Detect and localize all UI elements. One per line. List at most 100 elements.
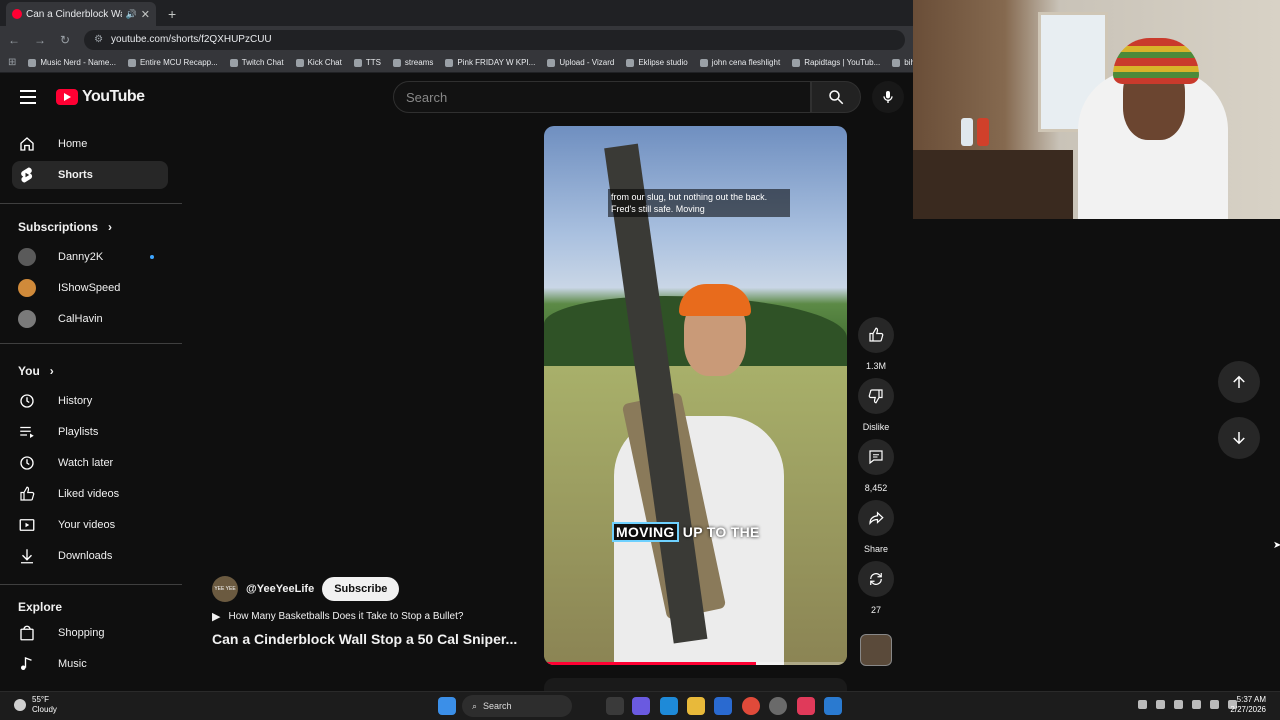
close-tab-icon[interactable]: ✕ bbox=[141, 8, 150, 21]
bookmark-item[interactable]: Pink FRIDAY W KPI... bbox=[445, 58, 535, 67]
sidebar-item-your-videos[interactable]: Your videos bbox=[12, 511, 168, 539]
logo-text: YouTube bbox=[82, 88, 145, 105]
bookmark-favicon-icon bbox=[892, 58, 901, 67]
search-input[interactable]: Search bbox=[393, 81, 811, 113]
sidebar-item-home[interactable]: Home bbox=[12, 130, 168, 158]
clock[interactable]: 5:37 AM 2/27/2026 bbox=[1230, 695, 1266, 715]
apps-grid-icon[interactable]: ⊞ bbox=[8, 57, 16, 68]
bookmark-item[interactable]: Entire MCU Recapp... bbox=[127, 58, 218, 67]
obs-icon[interactable] bbox=[769, 697, 787, 715]
sidebar-item-label: CalHavin bbox=[58, 313, 103, 325]
forward-icon[interactable]: → bbox=[34, 33, 46, 47]
copilot-icon[interactable] bbox=[632, 697, 650, 715]
chevron-up-icon[interactable] bbox=[1138, 700, 1147, 709]
clock-date: 2/27/2026 bbox=[1230, 705, 1266, 714]
bookmark-item[interactable]: Kick Chat bbox=[295, 58, 342, 67]
bookmark-favicon-icon bbox=[792, 58, 801, 67]
video-progress-bar[interactable] bbox=[544, 662, 847, 665]
chrome-icon[interactable] bbox=[742, 697, 760, 715]
hamburger-menu-icon[interactable] bbox=[20, 90, 36, 104]
bookmark-item[interactable]: Eklipse studio bbox=[626, 58, 688, 67]
bookmark-item[interactable]: Music Nerd - Name... bbox=[28, 58, 116, 67]
dislike-action[interactable]: Dislike bbox=[857, 378, 895, 432]
sidebar-item-playlists[interactable]: Playlists bbox=[12, 418, 168, 446]
display-icon[interactable] bbox=[1192, 700, 1201, 709]
channel-avatar[interactable]: YEE YEE bbox=[212, 576, 238, 602]
reload-icon[interactable]: ↻ bbox=[60, 33, 70, 47]
subscriptions-heading[interactable]: Subscriptions › bbox=[18, 220, 112, 234]
next-short-button[interactable] bbox=[1218, 417, 1260, 459]
url-field[interactable]: ⚙ youtube.com/shorts/f2QXHUPzCUU bbox=[84, 29, 905, 50]
taskbar-search[interactable]: ⌕ Search bbox=[462, 695, 572, 717]
task-view-icon[interactable] bbox=[606, 697, 624, 715]
back-icon[interactable]: ← bbox=[8, 33, 20, 47]
sidebar-item-downloads[interactable]: Downloads bbox=[12, 542, 168, 570]
channel-thumbnail[interactable] bbox=[860, 634, 892, 666]
bookmark-item[interactable]: TTS bbox=[353, 58, 381, 67]
you-heading[interactable]: You › bbox=[18, 364, 54, 378]
comments-action[interactable]: 8,452 bbox=[857, 439, 895, 493]
voice-search-button[interactable] bbox=[872, 81, 904, 113]
comment-icon bbox=[869, 450, 883, 465]
sidebar-item-liked-videos[interactable]: Liked videos bbox=[12, 480, 168, 508]
you-title: You bbox=[18, 364, 40, 378]
address-bar-row: ← → ↻ ⚙ youtube.com/shorts/f2QXHUPzCUU bbox=[0, 26, 913, 53]
notepad-icon[interactable] bbox=[824, 697, 842, 715]
microphone-icon[interactable] bbox=[1174, 700, 1183, 709]
bookmark-item[interactable]: streams bbox=[392, 58, 433, 67]
windows-start-icon[interactable] bbox=[438, 697, 456, 715]
webcam-bottle bbox=[961, 118, 973, 146]
sidebar-item-history[interactable]: History bbox=[12, 387, 168, 415]
file-explorer-icon[interactable] bbox=[687, 697, 705, 715]
bookmark-item[interactable]: bih links bbox=[892, 58, 913, 67]
music-app-icon[interactable] bbox=[797, 697, 815, 715]
remix-count: 27 bbox=[870, 605, 881, 615]
share-button[interactable] bbox=[858, 500, 894, 536]
bookmark-favicon-icon bbox=[445, 58, 454, 67]
related-video-link[interactable]: ▶ How Many Basketballs Does it Take to S… bbox=[212, 610, 542, 623]
bookmark-item[interactable]: Rapidtags | YouTub... bbox=[792, 58, 880, 67]
dislike-button[interactable] bbox=[858, 378, 894, 414]
bookmark-item[interactable]: Upload - Vizard bbox=[547, 58, 614, 67]
like-button[interactable] bbox=[858, 317, 894, 353]
youtube-logo[interactable]: YouTube bbox=[56, 88, 145, 106]
sidebar-item-label: Your videos bbox=[58, 519, 116, 531]
subscribe-button[interactable]: Subscribe bbox=[322, 577, 400, 601]
wifi-icon[interactable] bbox=[1210, 700, 1219, 709]
edge-icon[interactable] bbox=[660, 697, 678, 715]
channel-name[interactable]: @YeeYeeLife bbox=[246, 583, 314, 595]
weather-temp: 55°F bbox=[32, 695, 49, 704]
sidebar-item-shopping[interactable]: Shopping bbox=[12, 619, 168, 647]
remix-button[interactable] bbox=[858, 561, 894, 597]
network-icon[interactable] bbox=[1156, 700, 1165, 709]
share-action[interactable]: Share bbox=[857, 500, 895, 554]
browser-tab[interactable]: Can a Cinderblock Wall Sto... 🔊 ✕ bbox=[6, 2, 156, 26]
bookmark-item[interactable]: john cena fleshlight bbox=[699, 58, 780, 67]
bookmark-label: Music Nerd - Name... bbox=[40, 58, 116, 67]
previous-short-button[interactable] bbox=[1218, 361, 1260, 403]
weather-widget[interactable]: 55°F Cloudy bbox=[14, 695, 57, 715]
bookmark-item[interactable]: Twitch Chat bbox=[229, 58, 284, 67]
sidebar-item-ishowspeed[interactable]: IShowSpeed bbox=[12, 274, 168, 302]
site-info-icon[interactable]: ⚙ bbox=[94, 34, 103, 45]
short-title[interactable]: Can a Cinderblock Wall Stop a 50 Cal Sni… bbox=[212, 631, 542, 647]
remix-action[interactable]: 27 bbox=[857, 561, 895, 615]
share-label: Share bbox=[863, 544, 889, 554]
sidebar-item-danny2k[interactable]: Danny2K bbox=[12, 243, 168, 271]
bookmark-label: TTS bbox=[365, 58, 381, 67]
sidebar-item-shorts[interactable]: Shorts bbox=[12, 161, 168, 189]
sidebar-item-music[interactable]: Music bbox=[12, 650, 168, 678]
comments-button[interactable] bbox=[858, 439, 894, 475]
sidebar-item-watch-later[interactable]: Watch later bbox=[12, 449, 168, 477]
store-icon[interactable] bbox=[714, 697, 732, 715]
search-placeholder: Search bbox=[406, 89, 448, 105]
explore-heading: Explore bbox=[18, 600, 62, 614]
search-button[interactable] bbox=[811, 81, 861, 113]
new-tab-icon[interactable]: + bbox=[168, 6, 176, 22]
short-video-player[interactable]: from our slug, but nothing out the back.… bbox=[544, 126, 847, 665]
sidebar-item-calhavin[interactable]: CalHavin bbox=[12, 305, 168, 333]
speaker-icon[interactable]: 🔊 bbox=[126, 9, 137, 20]
bookmark-favicon-icon bbox=[229, 58, 238, 67]
play-icon: ▶ bbox=[212, 611, 221, 623]
like-action[interactable]: 1.3M bbox=[857, 317, 895, 371]
